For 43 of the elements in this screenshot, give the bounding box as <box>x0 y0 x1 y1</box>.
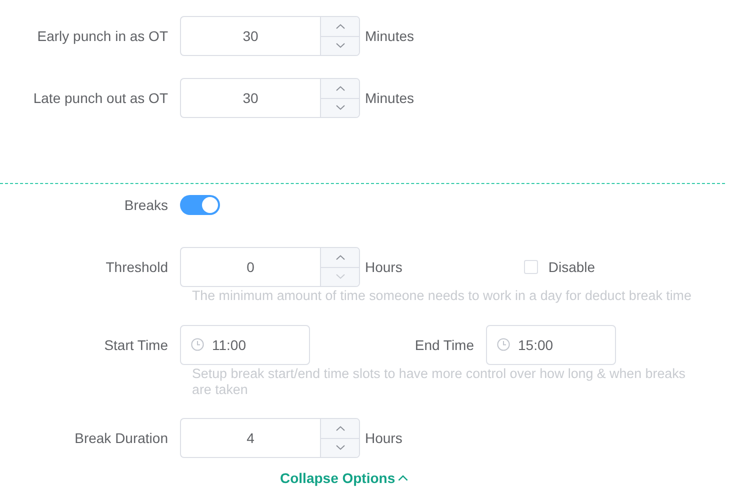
field-label: Late punch out as OT <box>32 90 169 106</box>
stepper[interactable] <box>320 16 360 56</box>
increment-button[interactable] <box>321 17 359 36</box>
unit-label: Hours <box>365 259 402 275</box>
number-field[interactable]: 0 <box>180 247 320 287</box>
unit-label: Hours <box>365 430 402 446</box>
number-field[interactable]: 30 <box>180 16 320 56</box>
chevron-up-icon <box>398 475 408 481</box>
chevron-down-icon <box>336 43 344 48</box>
increment-button[interactable] <box>321 419 359 438</box>
chevron-up-icon <box>336 426 344 431</box>
time-field[interactable]: 11:00 <box>180 325 310 365</box>
increment-button[interactable] <box>321 79 359 98</box>
checkbox[interactable] <box>524 260 538 274</box>
chevron-down-icon <box>336 105 344 110</box>
field-label: Early punch in as OT <box>36 28 169 44</box>
field-label: Start Time <box>103 337 169 353</box>
stepper[interactable] <box>320 78 360 118</box>
unit-label: Minutes <box>365 90 414 106</box>
field-label: Threshold <box>104 259 169 275</box>
collapse-link[interactable]: Collapse Options <box>280 470 408 486</box>
decrement-button[interactable] <box>321 36 359 55</box>
clock-icon <box>191 338 204 351</box>
unit-label: Minutes <box>365 28 414 44</box>
chevron-up-icon <box>336 254 344 260</box>
increment-button[interactable] <box>321 248 359 266</box>
field-label: Break Duration <box>74 430 169 446</box>
field-label: Breaks <box>123 197 169 213</box>
toggle-switch[interactable] <box>180 195 220 215</box>
decrement-button[interactable] <box>321 438 359 457</box>
time-field[interactable]: 15:00 <box>486 325 616 365</box>
decrement-button[interactable] <box>321 98 359 117</box>
checkbox-label: Disable <box>548 259 596 275</box>
stepper[interactable] <box>320 247 360 287</box>
chevron-up-icon <box>336 24 344 29</box>
number-field[interactable]: 30 <box>180 78 320 118</box>
number-field[interactable]: 4 <box>180 418 320 458</box>
stepper[interactable] <box>320 418 360 458</box>
chevron-up-icon <box>336 86 344 91</box>
clock-icon <box>497 338 510 351</box>
chevron-down-icon <box>336 274 344 280</box>
chevron-down-icon <box>336 445 344 450</box>
field-label: End Time <box>414 337 475 353</box>
